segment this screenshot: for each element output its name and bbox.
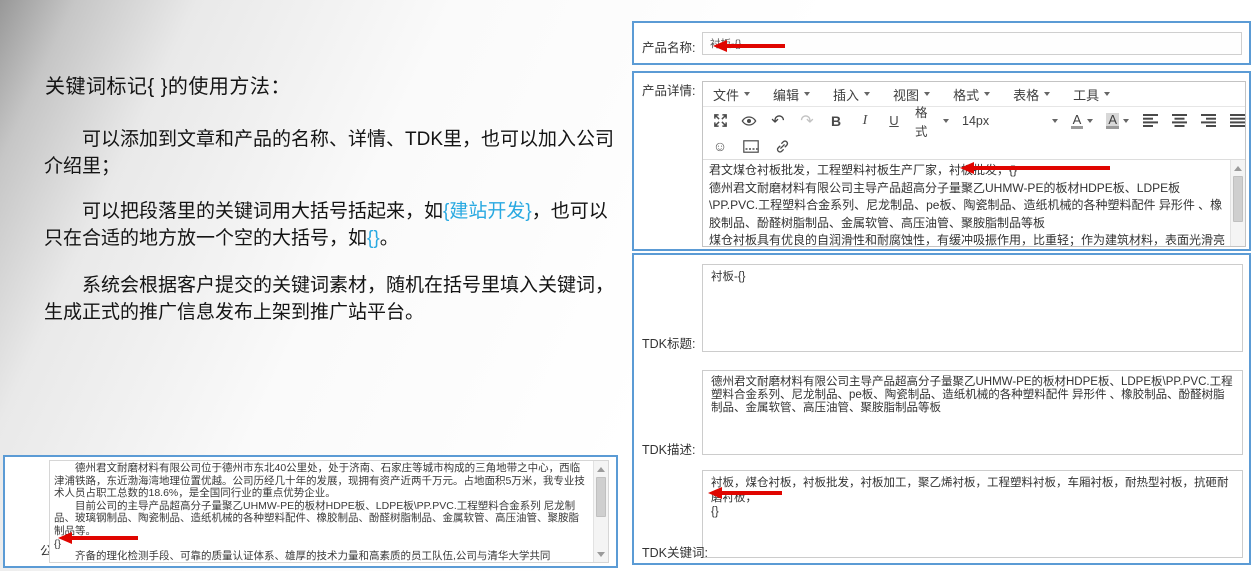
instructions-paragraph-2: 可以把段落里的关键词用大括号括起来，如{建站开发}，也可以只在合适的地方放一个空… bbox=[44, 198, 622, 252]
format-dropdown[interactable]: 格式 bbox=[915, 102, 949, 140]
bold-button[interactable]: B bbox=[828, 112, 844, 130]
chevron-down-icon bbox=[1104, 92, 1110, 96]
editor-menubar: 文件 编辑 插入 视图 格式 表格 工具 bbox=[703, 82, 1245, 107]
menu-format[interactable]: 格式 bbox=[953, 85, 990, 104]
underline-button[interactable]: U bbox=[886, 112, 902, 130]
menu-edit[interactable]: 编辑 bbox=[773, 85, 810, 104]
editor-toolbar-row2: ☺ bbox=[703, 134, 1245, 158]
fontsize-dropdown[interactable]: 14px bbox=[962, 114, 1058, 128]
tdk-keywords-line1: 衬板，煤仓衬板，衬板批发，衬板加工，聚乙烯衬板，工程塑料衬板，车厢衬板，耐热型衬… bbox=[711, 476, 1234, 505]
tdk-keywords-empty-braces: {} bbox=[711, 505, 1234, 520]
arrow-editor-braces bbox=[960, 162, 1110, 174]
company-paragraph: 齐备的理化检测手段、可靠的质量认证体系、雄厚的技术力量和高素质的员工队伍,公司与… bbox=[54, 550, 588, 563]
redo-icon[interactable]: ↷ bbox=[799, 112, 815, 130]
scroll-up-icon[interactable] bbox=[1231, 161, 1245, 175]
editor-scrollbar[interactable] bbox=[1230, 160, 1245, 246]
menu-tools[interactable]: 工具 bbox=[1073, 85, 1110, 104]
scroll-down-icon[interactable] bbox=[594, 547, 608, 561]
tdk-description-value: 德州君文耐磨材料有限公司主导产品超高分子量聚乙UHMW-PE的板材HDPE板、L… bbox=[711, 376, 1233, 414]
tdk-keywords-label: TDK关键词: bbox=[642, 542, 708, 561]
italic-button[interactable]: I bbox=[857, 112, 873, 130]
tdk-description-textarea[interactable]: 德州君文耐磨材料有限公司主导产品超高分子量聚乙UHMW-PE的板材HDPE板、L… bbox=[702, 370, 1243, 455]
instructions-paragraph-1: 可以添加到文章和产品的名称、详情、TDK里，也可以加入公司介绍里； bbox=[44, 126, 622, 180]
tdk-title-label: TDK标题: bbox=[642, 333, 695, 352]
para2-text: 。 bbox=[380, 228, 399, 249]
menu-table[interactable]: 表格 bbox=[1013, 85, 1050, 104]
keyword-example: {建站开发} bbox=[443, 201, 532, 222]
chevron-down-icon bbox=[924, 92, 930, 96]
chevron-down-icon bbox=[744, 92, 750, 96]
company-intro-panel: 公司介绍: 德州君文耐磨材料有限公司位于德州市东北40公里处，处于济南、石家庄等… bbox=[3, 455, 618, 568]
chevron-down-icon bbox=[1044, 92, 1050, 96]
arrow-company-braces bbox=[58, 532, 138, 544]
instructions-paragraph-3: 系统会根据客户提交的关键词素材，随机在括号里填入关键词，生成正式的推广信息发布上… bbox=[44, 272, 622, 326]
fullscreen-icon[interactable] bbox=[712, 112, 728, 130]
tdk-title-textarea[interactable]: 衬板-{} bbox=[702, 264, 1243, 352]
text-color-button[interactable]: A bbox=[1071, 113, 1094, 129]
tdk-description-label: TDK描述: bbox=[642, 439, 695, 458]
chevron-down-icon bbox=[1087, 119, 1093, 123]
tdk-keywords-textarea[interactable]: 衬板，煤仓衬板，衬板批发，衬板加工，聚乙烯衬板，工程塑料衬板，车厢衬板，耐热型衬… bbox=[702, 470, 1243, 558]
company-intro-textarea[interactable]: 德州君文耐磨材料有限公司位于德州市东北40公里处，处于济南、石家庄等城市构成的三… bbox=[49, 460, 609, 563]
undo-icon[interactable]: ↶ bbox=[770, 112, 786, 130]
editor-content-text: 君文煤仓衬板批发，工程塑料衬板生产厂家，衬板批发，{} 德州君文耐磨材料有限公司… bbox=[709, 162, 1225, 246]
chevron-down-icon bbox=[1052, 119, 1058, 123]
align-center-icon[interactable] bbox=[1171, 112, 1187, 130]
product-detail-label: 产品详情: bbox=[642, 80, 695, 99]
product-detail-panel: 产品详情: 文件 编辑 插入 视图 格式 表格 工具 ↶ ↷ B I U 格式 … bbox=[632, 71, 1251, 251]
scrollbar-thumb[interactable] bbox=[596, 477, 606, 517]
chevron-down-icon bbox=[984, 92, 990, 96]
template-icon[interactable] bbox=[743, 137, 759, 155]
editor-toolbar-row1: ↶ ↷ B I U 格式 14px A A bbox=[703, 107, 1245, 134]
chevron-down-icon bbox=[804, 92, 810, 96]
company-intro-text: 德州君文耐磨材料有限公司位于德州市东北40公里处，处于济南、石家庄等城市构成的三… bbox=[54, 462, 588, 563]
align-left-icon[interactable] bbox=[1142, 112, 1158, 130]
chevron-down-icon bbox=[943, 119, 949, 123]
editor-paragraph: 煤仓衬板具有优良的自润滑性和耐腐蚀性，有缓冲吸振作用，比重轻；作为建筑材料，表面… bbox=[709, 232, 1225, 246]
editor-paragraph: 德州君文耐磨材料有限公司主导产品超高分子量聚乙UHMW-PE的板材HDPE板、L… bbox=[709, 180, 1225, 233]
tdk-panel: 衬板-{} TDK标题: 德州君文耐磨材料有限公司主导产品超高分子量聚乙UHMW… bbox=[632, 253, 1251, 565]
menu-insert[interactable]: 插入 bbox=[833, 85, 870, 104]
chevron-down-icon bbox=[864, 92, 870, 96]
tdk-title-value: 衬板-{} bbox=[711, 271, 746, 283]
menu-file[interactable]: 文件 bbox=[713, 85, 750, 104]
company-scrollbar[interactable] bbox=[593, 461, 608, 562]
company-paragraph: 德州君文耐磨材料有限公司位于德州市东北40公里处，处于济南、石家庄等城市构成的三… bbox=[54, 462, 588, 500]
align-right-icon[interactable] bbox=[1200, 112, 1216, 130]
product-name-label: 产品名称: bbox=[642, 37, 695, 56]
arrow-tdk-keywords-braces bbox=[708, 487, 782, 499]
background-color-button[interactable]: A bbox=[1106, 113, 1129, 129]
align-justify-icon[interactable] bbox=[1229, 112, 1245, 130]
emoticon-icon[interactable]: ☺ bbox=[712, 137, 728, 155]
arrow-product-name bbox=[713, 40, 785, 52]
empty-braces-example: {} bbox=[367, 228, 380, 249]
instructions-title: 关键词标记{ }的使用方法： bbox=[45, 70, 291, 99]
scrollbar-thumb[interactable] bbox=[1233, 176, 1243, 222]
chevron-down-icon bbox=[1123, 119, 1129, 123]
preview-eye-icon[interactable] bbox=[741, 112, 757, 130]
scroll-up-icon[interactable] bbox=[594, 462, 608, 476]
link-icon[interactable] bbox=[774, 137, 790, 155]
para2-text: 可以把段落里的关键词用大括号括起来，如 bbox=[82, 201, 443, 222]
